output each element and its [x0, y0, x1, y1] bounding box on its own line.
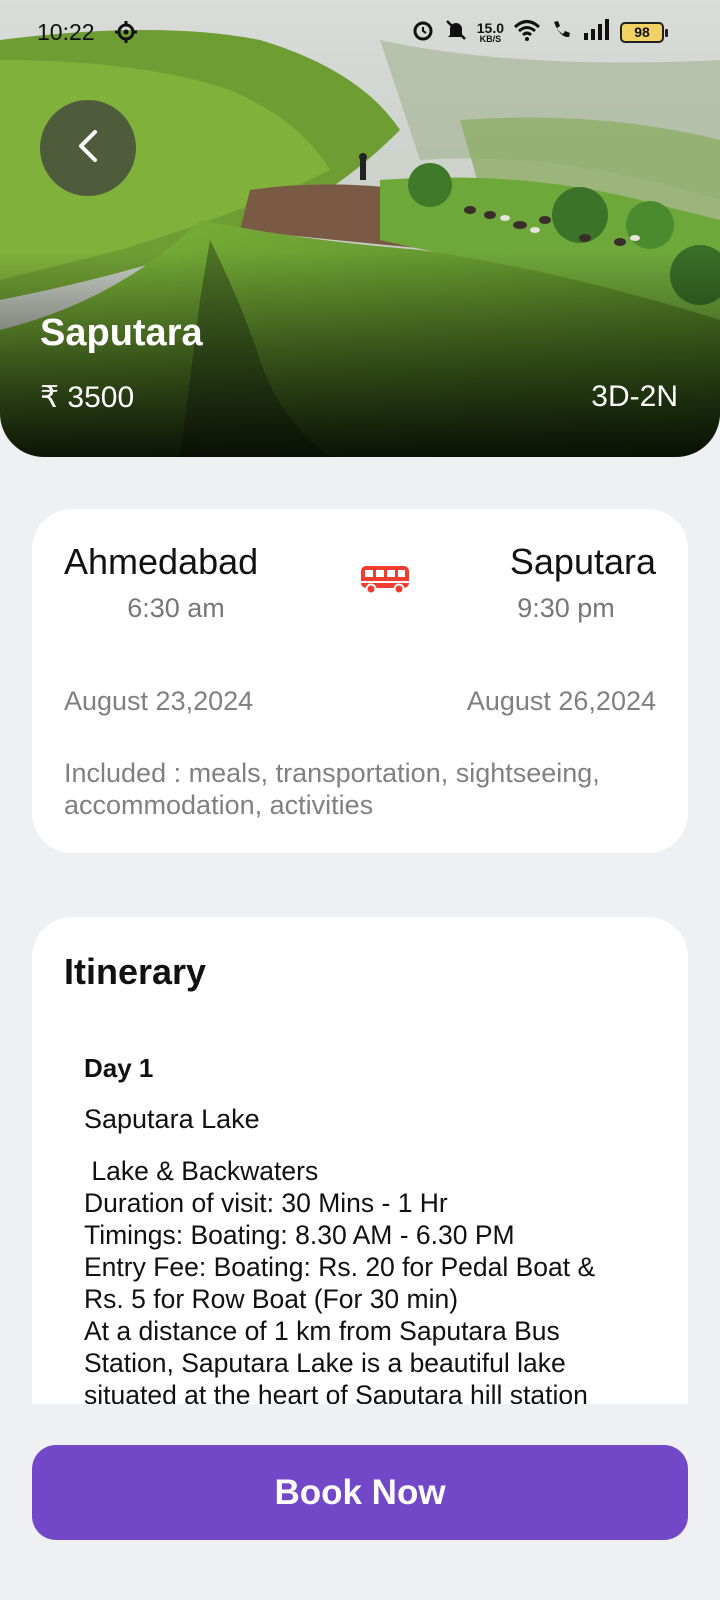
description-line: Entry Fee: Boating: Rs. 20 for Pedal Boa… — [84, 1252, 596, 1282]
signal-icon — [583, 19, 611, 46]
itinerary-place: Saputara Lake — [84, 1104, 260, 1134]
battery-icon: 98 — [620, 22, 668, 43]
trip-details-card: Ahmedabad 6:30 am Saputara 9:30 pm Augus… — [32, 509, 688, 853]
network-speed: 15.0 KB/S — [476, 20, 504, 44]
description-line: At a distance of 1 km from Saputara Bus — [84, 1316, 560, 1346]
mute-bell-icon — [444, 18, 468, 47]
itinerary-card[interactable]: Itinerary Day 1 Saputara Lake Lake & Bac… — [32, 917, 688, 1404]
description-line: Lake & Backwaters — [84, 1156, 319, 1186]
description-line: situated at the heart of Saputara hill s… — [84, 1380, 588, 1404]
chevron-left-icon — [73, 128, 103, 169]
end-date: August 26,2024 — [466, 686, 656, 716]
status-time: 10:22 — [37, 19, 95, 45]
start-date: August 23,2024 — [64, 686, 254, 716]
destination-title: Saputara — [40, 312, 203, 354]
gear-icon — [114, 20, 138, 49]
book-now-button[interactable]: Book Now — [32, 1445, 688, 1540]
description-line: Timings: Boating: 8.30 AM - 6.30 PM — [84, 1220, 515, 1250]
destination-city: Saputara — [509, 541, 656, 582]
origin-city: Ahmedabad — [64, 541, 259, 582]
included-services: Included : meals, transportation, sights… — [64, 758, 600, 820]
package-price: ₹ 3500 — [40, 381, 135, 414]
wifi-icon — [513, 18, 541, 47]
alarm-icon — [411, 18, 435, 47]
package-duration: 3D-2N — [591, 380, 678, 413]
hero-image: 10:22 15.0 KB/S 98 Saputara ₹ 3500 3D-2N — [0, 0, 720, 457]
description-line: Station, Saputara Lake is a beautiful la… — [84, 1348, 566, 1378]
wifi-call-icon — [550, 18, 574, 47]
bus-icon — [360, 565, 410, 600]
day-label: Day 1 — [84, 1053, 154, 1083]
status-bar: 10:22 15.0 KB/S 98 — [0, 0, 720, 64]
description-line: Rs. 5 for Row Boat (For 30 min) — [84, 1284, 459, 1314]
itinerary-description: Lake & Backwaters Duration of visit: 30 … — [84, 1155, 638, 1404]
itinerary-title: Itinerary — [64, 951, 207, 992]
arrival-time: 9:30 pm — [517, 593, 615, 623]
back-button[interactable] — [40, 100, 136, 196]
description-line: Duration of visit: 30 Mins - 1 Hr — [84, 1188, 448, 1218]
departure-time: 6:30 am — [127, 593, 225, 623]
